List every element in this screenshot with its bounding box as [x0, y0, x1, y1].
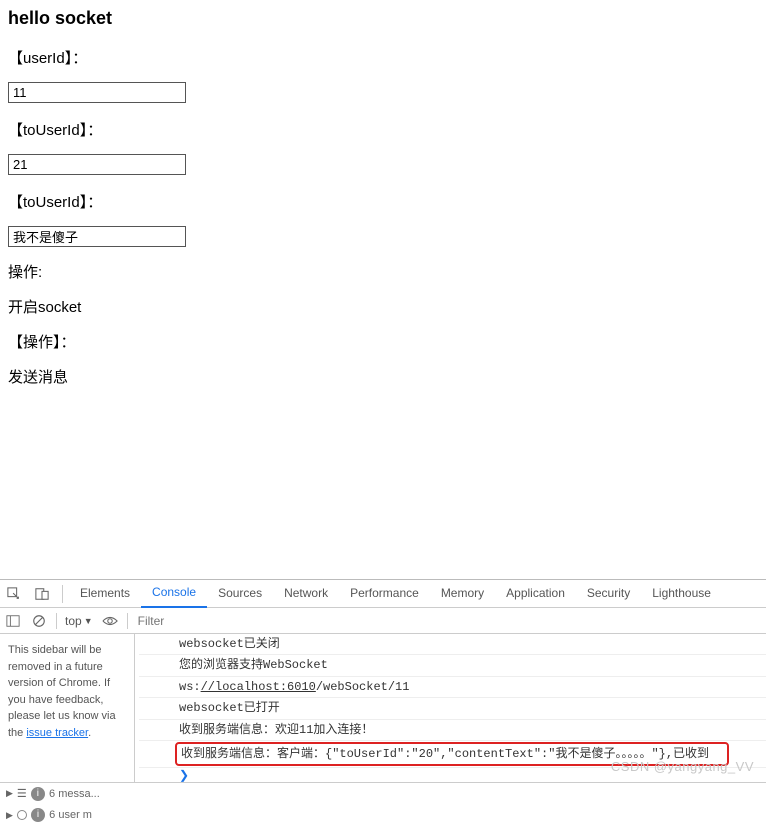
tab-application[interactable]: Application: [495, 580, 576, 607]
tab-console[interactable]: Console: [141, 579, 207, 608]
tab-lighthouse[interactable]: Lighthouse: [641, 580, 722, 607]
tab-elements[interactable]: Elements: [69, 580, 141, 607]
devtools-tabs: Elements Console Sources Network Perform…: [0, 580, 766, 608]
watermark: CSDN @yangyang_VV: [611, 759, 754, 774]
circle-icon: [17, 810, 27, 820]
content-label: 【toUserId】：: [8, 191, 758, 212]
eye-icon[interactable]: [97, 608, 123, 634]
tab-memory[interactable]: Memory: [430, 580, 495, 607]
devtools-panel: Elements Console Sources Network Perform…: [0, 579, 766, 826]
list-icon: ☰: [17, 787, 27, 800]
log-line: websocket已打开: [175, 698, 284, 718]
devtools-footer: ▶ ☰ i 6 messa...: [0, 782, 766, 804]
footer-users[interactable]: ▶ i 6 user m: [0, 808, 98, 822]
console-toolbar: top ▼: [0, 608, 766, 634]
userid-label: 【userId】：: [8, 47, 758, 68]
log-line: websocket已关闭: [175, 634, 284, 654]
inspect-icon[interactable]: [0, 580, 28, 608]
device-icon[interactable]: [28, 580, 56, 608]
context-selector[interactable]: top ▼: [61, 614, 97, 628]
issue-tracker-link[interactable]: issue tracker: [26, 727, 88, 739]
sidebar-toggle-icon[interactable]: [0, 608, 26, 634]
sidebar-notice: This sidebar will be removed in a future…: [0, 634, 135, 782]
context-value: top: [65, 614, 82, 628]
messages-badge: i: [31, 787, 45, 801]
page-title: hello socket: [8, 8, 758, 29]
content-input[interactable]: [8, 226, 186, 247]
log-line: ws://localhost:6010/webSocket/11: [175, 677, 413, 697]
tab-security[interactable]: Security: [576, 580, 641, 607]
devtools-footer-2: ▶ i 6 user m: [0, 804, 766, 826]
chevron-right-icon: ▶: [6, 810, 13, 821]
users-badge: i: [31, 808, 45, 822]
ops-label: 操作:: [8, 261, 758, 282]
touserid-input[interactable]: [8, 154, 186, 175]
log-line: 收到服务端信息：欢迎11加入连接！: [175, 720, 377, 740]
open-socket-button[interactable]: 开启socket: [8, 296, 758, 317]
send-msg-button[interactable]: 发送消息: [8, 366, 758, 387]
tab-performance[interactable]: Performance: [339, 580, 430, 607]
console-prompt-icon[interactable]: ❯: [175, 768, 189, 782]
tab-network[interactable]: Network: [273, 580, 339, 607]
clear-console-icon[interactable]: [26, 608, 52, 634]
ops2-label: 【操作】：: [8, 331, 758, 352]
touserid-label: 【toUserId】：: [8, 119, 758, 140]
log-line: 您的浏览器支持WebSocket: [175, 655, 332, 675]
chevron-down-icon: ▼: [84, 616, 93, 626]
chevron-right-icon: ▶: [6, 788, 13, 799]
filter-input[interactable]: [132, 612, 252, 630]
footer-messages[interactable]: ▶ ☰ i 6 messa...: [0, 787, 106, 801]
userid-input[interactable]: [8, 82, 186, 103]
tab-sources[interactable]: Sources: [207, 580, 273, 607]
